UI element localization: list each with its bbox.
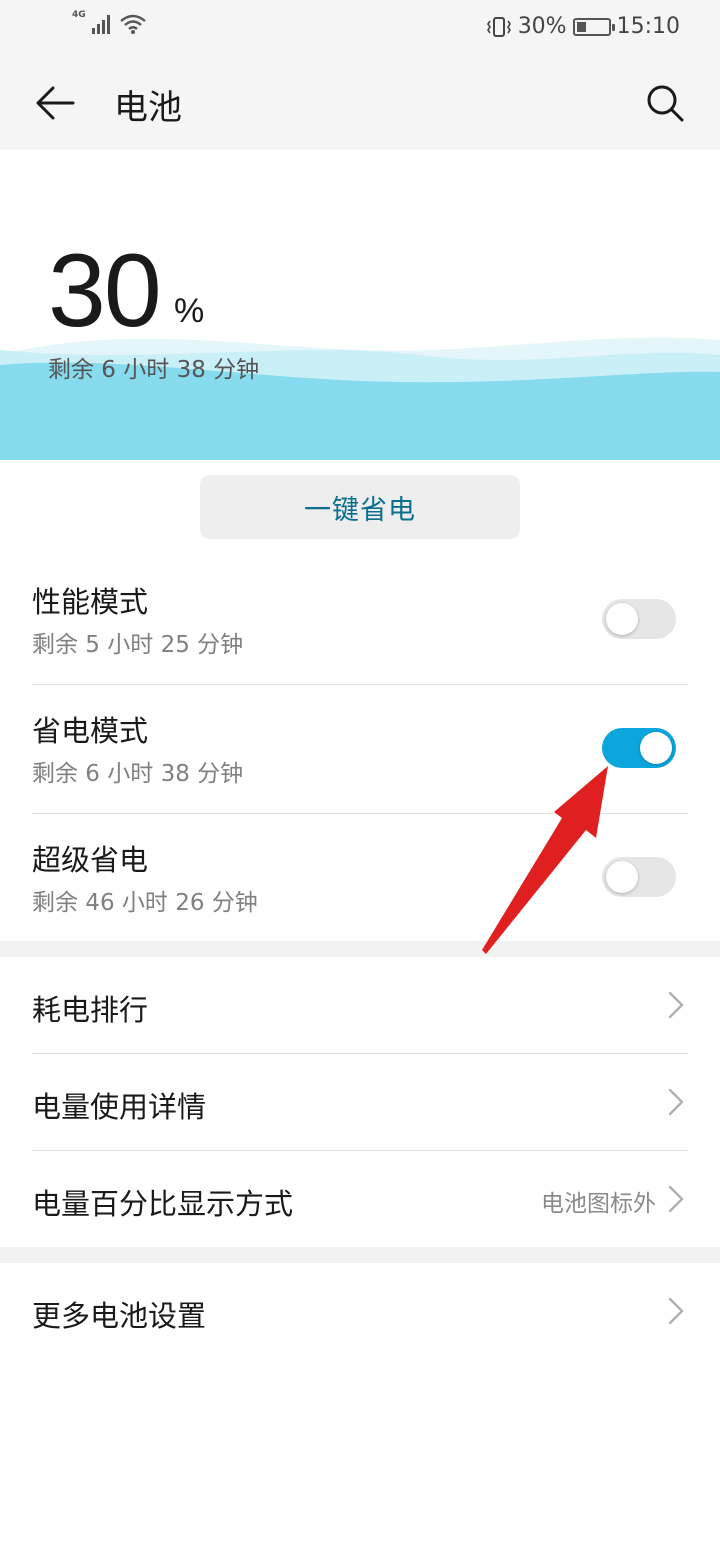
ultra-saving-mode-toggle[interactable] (602, 857, 676, 897)
network-type-label: 4G (72, 10, 86, 20)
mode-title: 超级省电 (32, 843, 149, 877)
search-button[interactable] (640, 78, 690, 128)
wifi-icon (119, 14, 146, 34)
chevron-right-icon (668, 1088, 684, 1116)
back-button[interactable] (30, 78, 80, 128)
chevron-right-icon (668, 1297, 684, 1325)
mode-remaining: 剩余 6 小时 38 分钟 (32, 761, 244, 787)
nav-label: 电量使用详情 (32, 1090, 207, 1124)
chevron-right-icon (668, 991, 684, 1019)
battery-hero: 30 % 剩余 6 小时 38 分钟 (0, 150, 720, 460)
page-title: 电池 (114, 88, 182, 128)
status-right: 30% 15:10 (486, 14, 680, 39)
vibrate-icon (486, 16, 511, 37)
percentage-display-value: 电池图标外 (541, 1191, 656, 1217)
chevron-right-icon (668, 1185, 684, 1213)
nav-row-percentage-display[interactable]: 电量百分比显示方式 电池图标外 (0, 1151, 720, 1247)
battery-icon (572, 17, 615, 36)
performance-mode-toggle[interactable] (602, 599, 676, 639)
section-gap (0, 1247, 720, 1263)
nav-row-power-ranking[interactable]: 耗电排行 (0, 957, 720, 1053)
signal-icon (91, 15, 110, 34)
back-arrow-icon (36, 86, 75, 120)
mode-row-performance[interactable]: 性能模式 剩余 5 小时 25 分钟 (0, 555, 720, 684)
battery-percent-text: 30% (517, 14, 567, 39)
battery-percent-value: 30 (48, 233, 162, 349)
mode-title: 性能模式 (32, 585, 149, 619)
nav-label: 电量百分比显示方式 (32, 1187, 294, 1221)
mode-row-ultra-saving[interactable]: 超级省电 剩余 46 小时 26 分钟 (0, 813, 720, 942)
nav-row-more-settings[interactable]: 更多电池设置 (0, 1263, 720, 1359)
mode-title: 省电模式 (32, 714, 149, 748)
mode-remaining: 剩余 5 小时 25 分钟 (32, 632, 244, 658)
search-icon (647, 85, 684, 122)
mode-row-power-saving[interactable]: 省电模式 剩余 6 小时 38 分钟 (0, 684, 720, 813)
section-gap (0, 941, 720, 957)
status-bar: 4G 30% 15:10 (0, 0, 720, 56)
mode-remaining: 剩余 46 小时 26 分钟 (32, 890, 258, 916)
battery-remaining-time: 剩余 6 小时 38 分钟 (48, 357, 260, 383)
nav-label: 耗电排行 (32, 993, 149, 1027)
nav-label: 更多电池设置 (32, 1299, 207, 1333)
app-bar: 电池 (0, 56, 720, 150)
clock: 15:10 (616, 14, 680, 39)
battery-percent-sign: % (174, 292, 205, 330)
nav-row-usage-details[interactable]: 电量使用详情 (0, 1054, 720, 1150)
status-left: 4G (72, 10, 146, 34)
power-saving-mode-toggle[interactable] (602, 728, 676, 768)
one-key-save-button[interactable]: 一键省电 (200, 475, 520, 539)
